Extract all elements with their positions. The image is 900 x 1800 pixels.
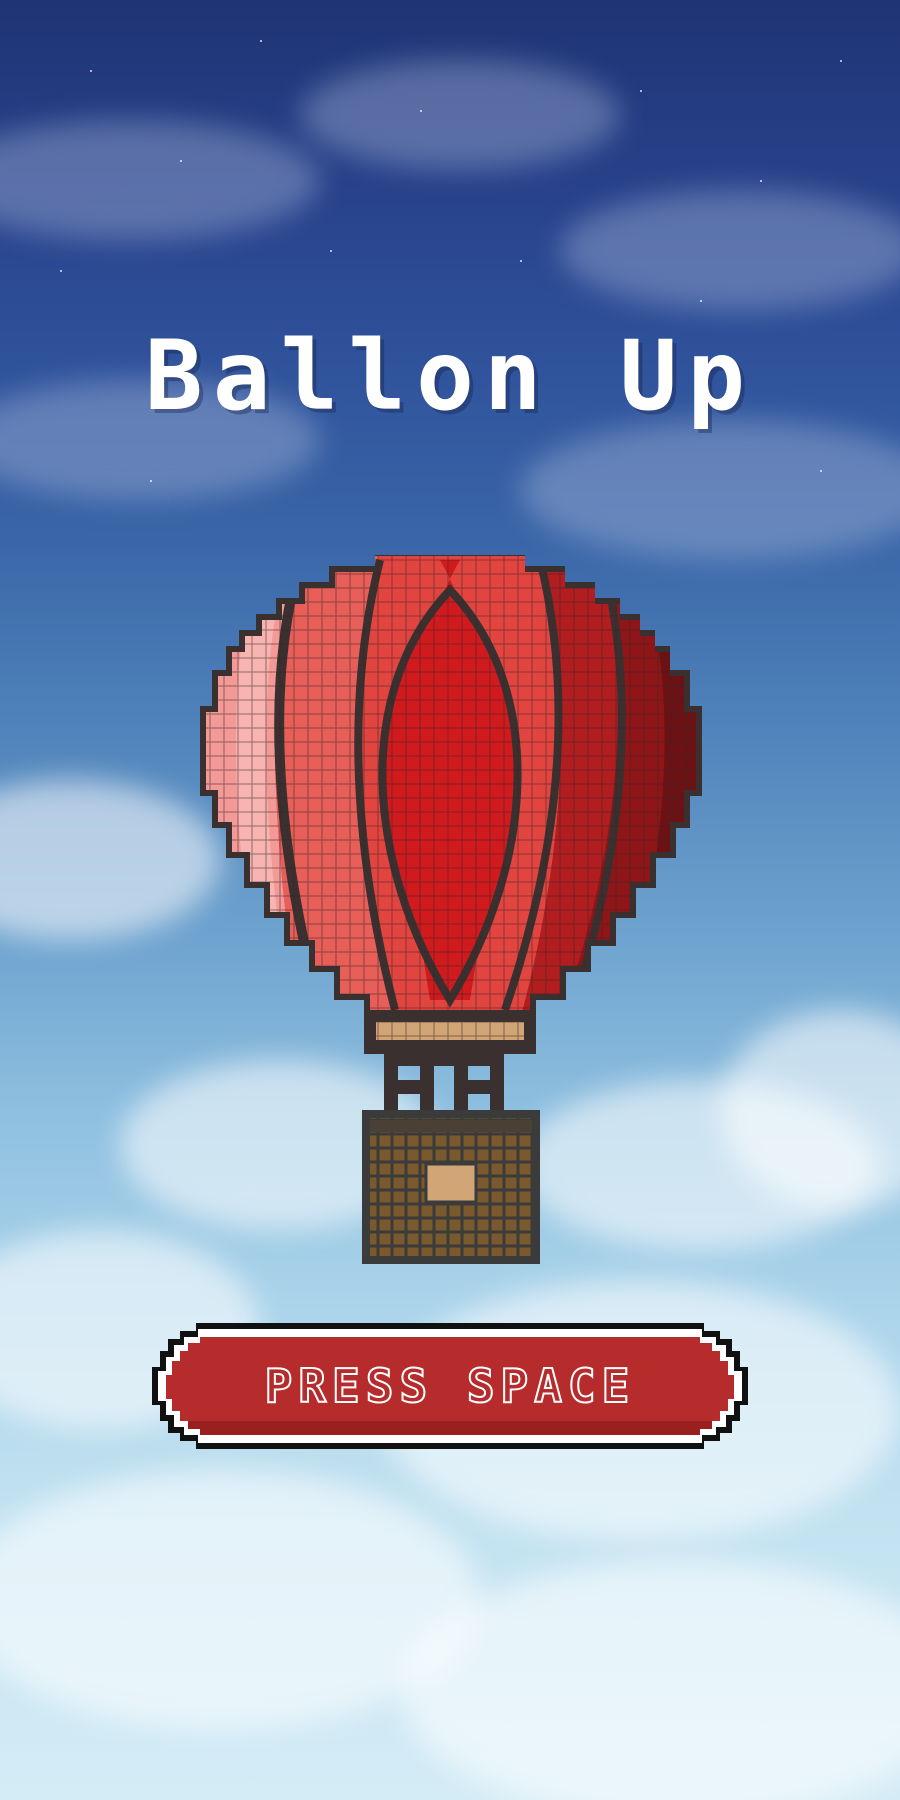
star: [260, 40, 262, 42]
star: [640, 90, 642, 92]
game-title: Ballon Up: [144, 320, 756, 432]
press-space-label: PRESS SPACE: [264, 1358, 636, 1414]
cloud: [0, 120, 320, 240]
cloud: [300, 60, 620, 170]
cloud: [0, 780, 220, 940]
star: [820, 470, 822, 472]
star: [700, 300, 702, 302]
cloud: [560, 190, 900, 310]
star: [520, 260, 522, 262]
star: [840, 60, 842, 62]
star: [420, 110, 422, 112]
star: [60, 270, 62, 272]
hot-air-balloon-icon: [200, 555, 702, 1264]
press-space-button[interactable]: PRESS SPACE: [148, 1323, 752, 1449]
star: [760, 180, 762, 182]
cloud: [520, 420, 900, 560]
star: [150, 480, 152, 482]
star: [180, 160, 182, 162]
game-screen: Ballon Up PRESS SPACE: [0, 0, 900, 1800]
star: [90, 70, 92, 72]
star: [330, 250, 332, 252]
